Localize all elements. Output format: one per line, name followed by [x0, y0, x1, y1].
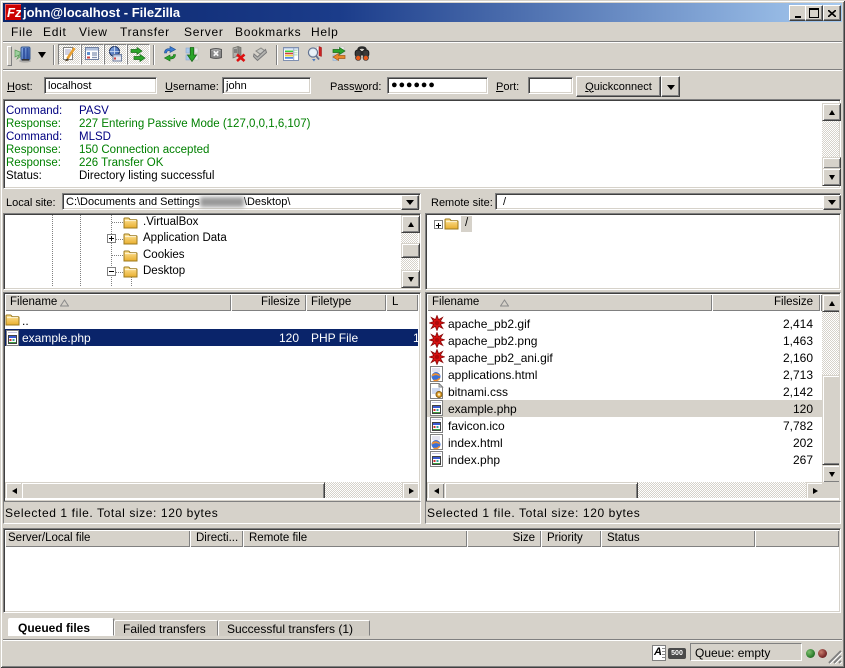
svg-text:Fz: Fz: [7, 5, 21, 20]
